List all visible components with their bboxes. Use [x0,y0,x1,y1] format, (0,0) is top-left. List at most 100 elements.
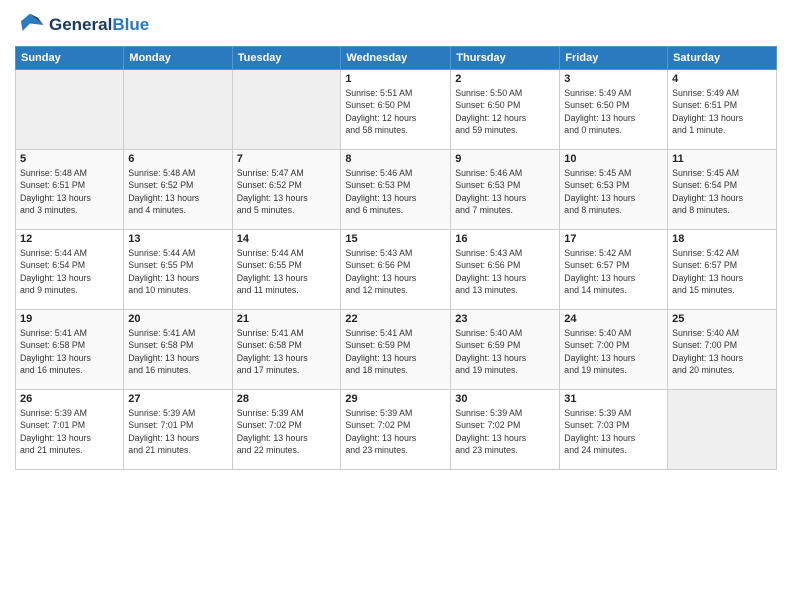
logo: GeneralBlue [15,10,149,40]
calendar-cell: 12Sunrise: 5:44 AM Sunset: 6:54 PM Dayli… [16,230,124,310]
calendar-cell: 22Sunrise: 5:41 AM Sunset: 6:59 PM Dayli… [341,310,451,390]
calendar-cell: 19 Sunrise: 5:41 AM Sunset: 6:58 PM Dayli… [16,310,124,390]
day-info: Sunrise: 5:41 AM Sunset: 6:59 PM Dayligh… [345,327,446,376]
day-info: Sunrise: 5:40 AM Sunset: 7:00 PM Dayligh… [564,327,663,376]
header: GeneralBlue [15,10,777,40]
day-info: Sunrise: 5:39 AM Sunset: 7:01 PM Dayligh… [20,407,119,456]
day-info: Sunrise: 5:44 AM Sunset: 6:54 PM Dayligh… [20,247,119,296]
day-number: 14 [237,233,337,245]
week-row-2: 5 Sunrise: 5:48 AM Sunset: 6:51 PM Daylig… [16,150,777,230]
day-info: Sunrise: 5:41 AM Sunset: 6:58 PM Dayligh… [20,327,119,376]
day-number: 21 [237,313,337,325]
day-info: Sunrise: 5:39 AM Sunset: 7:02 PM Dayligh… [455,407,555,456]
calendar-cell: 18 Sunrise: 5:42 AM Sunset: 6:57 PM Dayli… [668,230,777,310]
calendar-cell: 9Sunrise: 5:46 AM Sunset: 6:53 PM Daylig… [451,150,560,230]
day-info: Sunrise: 5:43 AM Sunset: 6:56 PM Dayligh… [455,247,555,296]
day-info: Sunrise: 5:49 AM Sunset: 6:50 PM Dayligh… [564,87,663,136]
day-number: 27 [128,393,227,405]
logo-icon [15,10,45,40]
calendar-cell: 23 Sunrise: 5:40 AM Sunset: 6:59 PM Dayli… [451,310,560,390]
weekday-header-sunday: Sunday [16,47,124,70]
day-number: 17 [564,233,663,245]
day-number: 8 [345,153,446,165]
calendar-cell: 14 Sunrise: 5:44 AM Sunset: 6:55 PM Dayli… [232,230,341,310]
day-info: Sunrise: 5:40 AM Sunset: 6:59 PM Dayligh… [455,327,555,376]
calendar-cell: 30Sunrise: 5:39 AM Sunset: 7:02 PM Dayli… [451,390,560,470]
calendar-cell: 31Sunrise: 5:39 AM Sunset: 7:03 PM Dayli… [560,390,668,470]
calendar-cell: 20 Sunrise: 5:41 AM Sunset: 6:58 PM Dayli… [124,310,232,390]
calendar-cell: 27 Sunrise: 5:39 AM Sunset: 7:01 PM Dayli… [124,390,232,470]
calendar-cell: 24 Sunrise: 5:40 AM Sunset: 7:00 PM Dayli… [560,310,668,390]
day-number: 16 [455,233,555,245]
day-info: Sunrise: 5:39 AM Sunset: 7:02 PM Dayligh… [345,407,446,456]
weekday-header-friday: Friday [560,47,668,70]
weekday-header-saturday: Saturday [668,47,777,70]
weekday-header-row: SundayMondayTuesdayWednesdayThursdayFrid… [16,47,777,70]
calendar-cell: 11 Sunrise: 5:45 AM Sunset: 6:54 PM Dayli… [668,150,777,230]
day-number: 15 [345,233,446,245]
calendar-cell: 10Sunrise: 5:45 AM Sunset: 6:53 PM Dayli… [560,150,668,230]
calendar-cell: 2 Sunrise: 5:50 AM Sunset: 6:50 PM Daylig… [451,70,560,150]
day-info: Sunrise: 5:50 AM Sunset: 6:50 PM Dayligh… [455,87,555,136]
day-info: Sunrise: 5:44 AM Sunset: 6:55 PM Dayligh… [128,247,227,296]
calendar-cell: 28Sunrise: 5:39 AM Sunset: 7:02 PM Dayli… [232,390,341,470]
weekday-header-thursday: Thursday [451,47,560,70]
day-number: 29 [345,393,446,405]
day-info: Sunrise: 5:39 AM Sunset: 7:01 PM Dayligh… [128,407,227,456]
calendar-cell: 1Sunrise: 5:51 AM Sunset: 6:50 PM Daylig… [341,70,451,150]
day-info: Sunrise: 5:46 AM Sunset: 6:53 PM Dayligh… [345,167,446,216]
calendar-cell: 5 Sunrise: 5:48 AM Sunset: 6:51 PM Daylig… [16,150,124,230]
calendar-cell: 16 Sunrise: 5:43 AM Sunset: 6:56 PM Dayli… [451,230,560,310]
day-info: Sunrise: 5:39 AM Sunset: 7:03 PM Dayligh… [564,407,663,456]
day-info: Sunrise: 5:49 AM Sunset: 6:51 PM Dayligh… [672,87,772,136]
calendar-cell: 7 Sunrise: 5:47 AM Sunset: 6:52 PM Daylig… [232,150,341,230]
day-info: Sunrise: 5:41 AM Sunset: 6:58 PM Dayligh… [128,327,227,376]
weekday-header-monday: Monday [124,47,232,70]
day-number: 3 [564,73,663,85]
day-info: Sunrise: 5:51 AM Sunset: 6:50 PM Dayligh… [345,87,446,136]
day-number: 26 [20,393,119,405]
week-row-1: 1Sunrise: 5:51 AM Sunset: 6:50 PM Daylig… [16,70,777,150]
day-number: 11 [672,153,772,165]
day-info: Sunrise: 5:48 AM Sunset: 6:51 PM Dayligh… [20,167,119,216]
calendar-cell [16,70,124,150]
day-number: 6 [128,153,227,165]
calendar-table: SundayMondayTuesdayWednesdayThursdayFrid… [15,46,777,470]
weekday-header-wednesday: Wednesday [341,47,451,70]
week-row-5: 26 Sunrise: 5:39 AM Sunset: 7:01 PM Dayli… [16,390,777,470]
calendar-cell: 3 Sunrise: 5:49 AM Sunset: 6:50 PM Daylig… [560,70,668,150]
day-info: Sunrise: 5:40 AM Sunset: 7:00 PM Dayligh… [672,327,772,376]
calendar-cell [668,390,777,470]
week-row-3: 12Sunrise: 5:44 AM Sunset: 6:54 PM Dayli… [16,230,777,310]
day-number: 5 [20,153,119,165]
calendar-cell: 6 Sunrise: 5:48 AM Sunset: 6:52 PM Daylig… [124,150,232,230]
calendar-cell: 26 Sunrise: 5:39 AM Sunset: 7:01 PM Dayli… [16,390,124,470]
day-number: 4 [672,73,772,85]
calendar-cell: 4 Sunrise: 5:49 AM Sunset: 6:51 PM Daylig… [668,70,777,150]
logo-text: GeneralBlue [49,16,149,35]
calendar-cell [232,70,341,150]
day-number: 7 [237,153,337,165]
calendar-cell: 8 Sunrise: 5:46 AM Sunset: 6:53 PM Daylig… [341,150,451,230]
day-info: Sunrise: 5:45 AM Sunset: 6:53 PM Dayligh… [564,167,663,216]
day-info: Sunrise: 5:44 AM Sunset: 6:55 PM Dayligh… [237,247,337,296]
day-info: Sunrise: 5:47 AM Sunset: 6:52 PM Dayligh… [237,167,337,216]
day-number: 2 [455,73,555,85]
day-number: 18 [672,233,772,245]
day-number: 20 [128,313,227,325]
calendar-cell: 25 Sunrise: 5:40 AM Sunset: 7:00 PM Dayli… [668,310,777,390]
day-number: 24 [564,313,663,325]
day-info: Sunrise: 5:48 AM Sunset: 6:52 PM Dayligh… [128,167,227,216]
day-number: 25 [672,313,772,325]
day-number: 23 [455,313,555,325]
day-number: 19 [20,313,119,325]
day-info: Sunrise: 5:43 AM Sunset: 6:56 PM Dayligh… [345,247,446,296]
day-info: Sunrise: 5:42 AM Sunset: 6:57 PM Dayligh… [672,247,772,296]
page: GeneralBlue SundayMondayTuesdayWednesday… [0,0,792,612]
day-info: Sunrise: 5:45 AM Sunset: 6:54 PM Dayligh… [672,167,772,216]
day-info: Sunrise: 5:39 AM Sunset: 7:02 PM Dayligh… [237,407,337,456]
day-number: 13 [128,233,227,245]
calendar-cell: 15 Sunrise: 5:43 AM Sunset: 6:56 PM Dayli… [341,230,451,310]
day-info: Sunrise: 5:46 AM Sunset: 6:53 PM Dayligh… [455,167,555,216]
weekday-header-tuesday: Tuesday [232,47,341,70]
